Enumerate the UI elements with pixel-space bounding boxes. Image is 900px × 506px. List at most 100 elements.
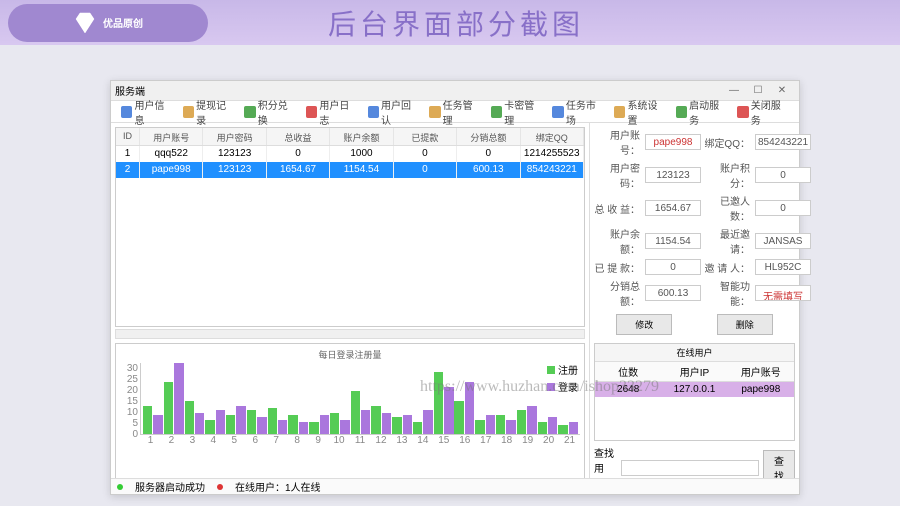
status-online: 在线用户：1人在线 [235,479,321,494]
column-header[interactable]: 用户密码 [203,128,266,145]
chart-bar [413,422,422,434]
toolbar: 用户信息提现记录积分兑换用户日志用户回认任务管理卡密管理任务市场系统设置 启动服… [111,101,799,123]
online-header: 用户账号 [728,362,794,381]
chart-bar [247,410,256,434]
status-server: 服务器启动成功 [135,479,205,494]
toolbar-icon [491,106,502,118]
toolbar-icon [244,106,255,118]
table-row[interactable]: 2pape9981231231654.671154.540600.1385424… [116,162,584,178]
status-dot-icon [117,484,123,490]
delete-button[interactable]: 删除 [717,314,773,335]
diamond-icon [73,11,97,35]
logo-text: 优品原创 [103,15,143,30]
form-label: 账户余额： [594,226,642,256]
form-label: 邀 请 人： [704,260,752,275]
chart-bar [330,413,339,434]
chart-bar [558,425,567,434]
chart-bar [257,417,266,434]
form-label: 用户账号： [594,127,642,157]
chart-bar [320,415,329,434]
chart-bar [486,415,495,434]
column-header[interactable]: 用户账号 [140,128,203,145]
chart-bar [143,406,152,434]
statusbar: 服务器启动成功 在线用户：1人在线 [111,478,799,494]
chart-bar [174,363,183,434]
toolbar-icon [121,106,132,118]
form-value[interactable]: 0 [645,259,701,275]
form-label: 总 收 益： [594,201,642,216]
chart-bar [299,422,308,434]
form-label: 已邀人数： [704,193,752,223]
chart-bar [569,422,578,434]
search-input[interactable] [621,460,759,476]
form-value[interactable]: 123123 [645,167,701,183]
form-label: 绑定QQ： [704,135,752,150]
toolbar-icon [676,106,687,118]
column-header[interactable]: 账户余额 [330,128,393,145]
online-title: 在线用户 [595,344,794,362]
daily-chart: 每日登录注册量 302520151050 1234567891011121314… [115,343,585,490]
online-row[interactable]: 2648 127.0.0.1 pape998 [595,382,794,397]
form-value[interactable]: 1154.54 [645,233,701,249]
online-users: 在线用户 位数用户IP用户账号 2648 127.0.0.1 pape998 [594,343,795,441]
chart-bar [496,415,505,434]
chart-bar [506,420,515,434]
chart-bar [278,420,287,434]
chart-bar [309,422,318,434]
toolbar-icon [429,106,440,118]
chart-bar [226,415,235,434]
chart-bar [454,401,463,434]
form-value[interactable]: 0 [755,200,811,216]
chart-bar [465,382,474,434]
form-value[interactable]: 600.13 [645,285,701,301]
horizontal-scrollbar[interactable] [115,329,585,339]
form-value[interactable]: 1654.67 [645,200,701,216]
chart-bar [351,391,360,434]
column-header[interactable]: ID [116,128,140,145]
form-label: 用户密码： [594,160,642,190]
chart-bar [392,417,401,434]
online-dot-icon [217,484,223,490]
form-label: 分销总额： [594,278,642,308]
chart-bar [548,417,557,434]
toolbar-icon [368,106,379,118]
legend-item: 登录 [547,379,578,394]
form-label: 账户积分： [704,160,752,190]
online-header: 位数 [595,362,661,381]
logo: 优品原创 [8,4,208,42]
toolbar-icon [306,106,317,118]
chart-bar [403,415,412,434]
form-value[interactable]: pape998 [645,134,701,150]
toolbar-icon [183,106,194,118]
legend-item: 注册 [547,362,578,377]
toolbar-icon [552,106,563,118]
toolbar-icon [614,106,625,118]
column-header[interactable]: 绑定QQ [521,128,584,145]
chart-bar [361,410,370,434]
edit-button[interactable]: 修改 [616,314,672,335]
chart-bar [423,410,432,434]
column-header[interactable]: 总收益 [267,128,330,145]
user-table: ID用户账号用户密码总收益账户余额已提款分销总额绑定QQ 1qqq5221231… [115,127,585,327]
form-label: 智能功能： [704,278,752,308]
form-value[interactable]: JANSAS [755,233,811,249]
chart-bar [444,387,453,434]
form-label: 已 提 款： [594,260,642,275]
form-value[interactable]: 0 [755,167,811,183]
column-header[interactable]: 已提款 [394,128,457,145]
chart-bar [527,406,536,434]
form-value[interactable]: HL952C [755,259,811,275]
chart-bar [205,420,214,434]
column-header[interactable]: 分销总额 [457,128,520,145]
chart-bar [434,372,443,434]
chart-bar [185,401,194,434]
table-row[interactable]: 1qqq52212312301000001214255523 [116,146,584,162]
banner-title: 后台界面部分截图 [328,3,584,43]
form-value[interactable]: 无需填写 [755,285,811,301]
chart-bar [164,382,173,434]
chart-bar [517,410,526,434]
chart-bar [538,422,547,434]
chart-bar [216,410,225,434]
chart-bar [371,406,380,434]
form-value[interactable]: 854243221 [755,134,811,150]
